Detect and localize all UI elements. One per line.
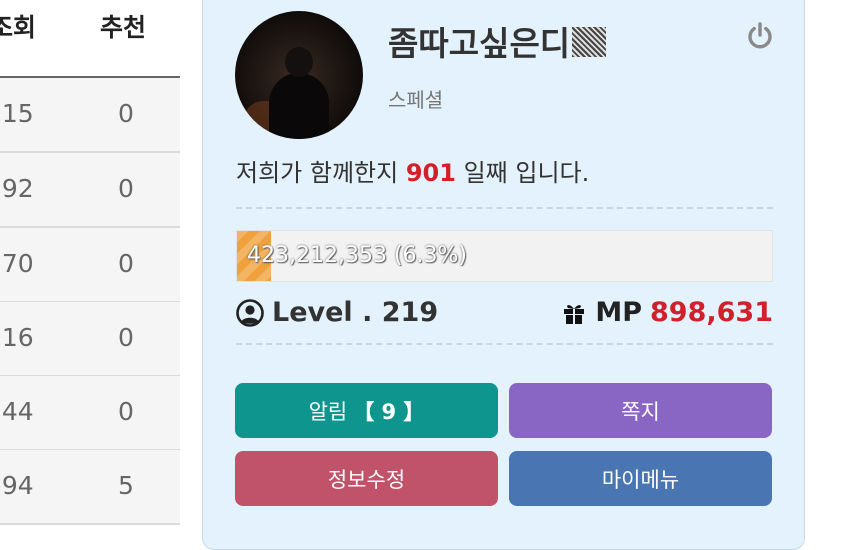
cell-views: 216 — [0, 323, 34, 352]
cell-views: 115 — [0, 99, 34, 128]
days-prefix: 저희가 함께한지 — [236, 159, 399, 187]
mp-info: MP 898,631 — [561, 296, 773, 330]
notifications-label: 알림 — [308, 399, 348, 424]
cell-likes: 0 — [118, 174, 134, 203]
experience-text: 423,212,353 (6.3%) — [247, 243, 468, 268]
member-role: 스페셜 — [388, 88, 444, 112]
table-row[interactable]: 794 5 — [0, 450, 180, 525]
cell-views: 370 — [0, 249, 34, 278]
cell-views: 192 — [0, 174, 34, 203]
table-row[interactable]: 216 0 — [0, 302, 180, 377]
board-table: 조회 추천 115 0 192 0 370 0 216 0 344 0 794 … — [0, 0, 180, 539]
days-suffix: 일째 입니다. — [463, 159, 590, 187]
messages-button[interactable]: 쪽지 — [509, 383, 772, 438]
divider — [236, 207, 773, 209]
power-icon[interactable] — [745, 20, 775, 50]
cell-views: 344 — [0, 397, 34, 426]
user-circle-icon — [236, 299, 264, 327]
cell-likes: 0 — [118, 249, 134, 278]
table-row[interactable]: 115 0 — [0, 78, 180, 153]
days-count: 901 — [405, 159, 456, 187]
nickname: 좀따고싶은디 — [388, 22, 607, 66]
edit-profile-button[interactable]: 정보수정 — [235, 451, 498, 506]
gift-icon — [564, 305, 585, 324]
mp-value: 898,631 — [650, 297, 773, 328]
membership-days: 저희가 함께한지 901 일째 입니다. — [236, 155, 589, 191]
cell-views: 794 — [0, 471, 34, 500]
avatar-figure — [269, 73, 329, 139]
notifications-button[interactable]: 알림 【 9 】 — [235, 383, 498, 438]
header-likes: 추천 — [100, 13, 147, 42]
mp-label: MP — [595, 297, 643, 328]
cell-likes: 0 — [118, 99, 134, 128]
cell-likes: 5 — [118, 471, 134, 500]
table-row[interactable]: 344 0 — [0, 376, 180, 451]
nickname-text: 좀따고싶은디 — [388, 24, 571, 63]
table-row[interactable]: 192 0 — [0, 153, 180, 228]
table-header: 조회 추천 — [0, 0, 180, 78]
header-views: 조회 — [0, 13, 37, 42]
notifications-count: 【 9 】 — [353, 399, 425, 424]
my-menu-button[interactable]: 마이메뉴 — [509, 451, 772, 506]
divider — [236, 343, 773, 345]
cell-likes: 0 — [118, 323, 134, 352]
avatar-figure-head — [285, 47, 313, 77]
level-text: Level . 219 — [272, 297, 439, 328]
censored-mosaic — [572, 27, 607, 57]
experience-bar: 423,212,353 (6.3%) — [236, 230, 773, 282]
cell-likes: 0 — [118, 397, 134, 426]
table-row[interactable]: 370 0 — [0, 228, 180, 303]
avatar[interactable] — [235, 11, 363, 139]
level-info: Level . 219 — [236, 296, 438, 330]
